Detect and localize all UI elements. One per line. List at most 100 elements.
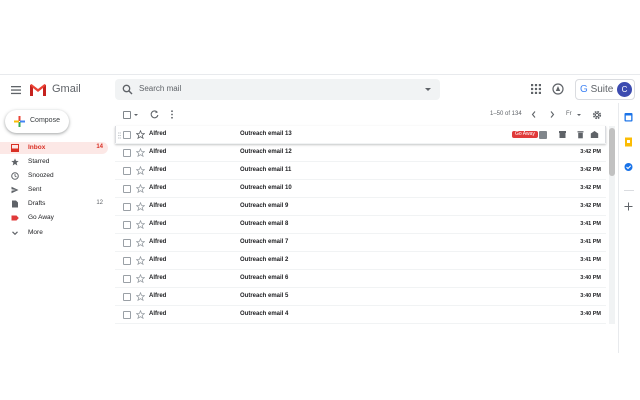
notifications-icon[interactable]: [552, 83, 564, 95]
table-row[interactable]: Alfred Outreach email 2 3:41 PM: [115, 252, 606, 270]
search-bar[interactable]: Search mail: [115, 79, 440, 100]
email-time: 3:41 PM: [580, 221, 601, 227]
email-subject: Outreach email 2: [240, 257, 289, 263]
email-time: 3:42 PM: [580, 203, 601, 209]
label-dropdown-icon[interactable]: [539, 131, 547, 139]
table-row[interactable]: Alfred Outreach email 12 3:42 PM: [115, 144, 606, 162]
email-time: 3:40 PM: [580, 275, 601, 281]
email-sender: Alfred: [149, 185, 167, 191]
clock-icon: [11, 172, 19, 180]
main-menu-icon[interactable]: [9, 83, 23, 97]
search-input[interactable]: Search mail: [139, 84, 181, 93]
sidebar-item-label: Starred: [28, 158, 50, 165]
search-options-caret-icon[interactable]: [425, 88, 431, 91]
star-icon[interactable]: [136, 238, 145, 247]
sidebar-item-drafts[interactable]: Drafts 12: [0, 198, 108, 210]
app-name[interactable]: Gmail: [52, 83, 81, 95]
email-time: 3:42 PM: [580, 185, 601, 191]
row-checkbox[interactable]: [123, 185, 131, 193]
table-row[interactable]: Alfred Outreach email 8 3:41 PM: [115, 216, 606, 234]
sidebar-item-snoozed[interactable]: Snoozed: [0, 170, 108, 182]
chevron-right-icon[interactable]: [548, 110, 556, 119]
table-row[interactable]: Alfred Outreach email 10 3:42 PM: [115, 180, 606, 198]
archive-icon[interactable]: [558, 130, 567, 139]
email-time: 3:41 PM: [580, 257, 601, 263]
sidebar-item-inbox[interactable]: Inbox 14: [0, 142, 108, 154]
table-row[interactable]: Alfred Outreach email 9 3:42 PM: [115, 198, 606, 216]
star-icon[interactable]: [136, 184, 145, 193]
row-checkbox[interactable]: [123, 131, 131, 139]
gear-icon[interactable]: [592, 110, 602, 120]
star-icon[interactable]: [136, 148, 145, 157]
email-sender: Alfred: [149, 257, 167, 263]
row-checkbox[interactable]: [123, 293, 131, 301]
scrollbar-thumb[interactable]: [609, 128, 615, 176]
sidebar-item-go-away[interactable]: Go Away: [0, 212, 108, 224]
row-checkbox[interactable]: [123, 275, 131, 283]
table-row[interactable]: Alfred Outreach email 4 3:40 PM: [115, 306, 606, 324]
drag-handle-icon[interactable]: [118, 132, 121, 139]
table-row[interactable]: Alfred Outreach email 13 Go Away: [115, 126, 606, 144]
sidebar-item-count: 14: [96, 144, 103, 150]
table-row[interactable]: Alfred Outreach email 5 3:40 PM: [115, 288, 606, 306]
table-row[interactable]: Alfred Outreach email 11 3:42 PM: [115, 162, 606, 180]
star-icon[interactable]: [136, 202, 145, 211]
side-panel-divider: [624, 190, 634, 191]
star-icon[interactable]: [136, 292, 145, 301]
sidebar-item-more[interactable]: More: [0, 227, 108, 239]
email-sender: Alfred: [149, 167, 167, 173]
email-list: Alfred Outreach email 13 Go Away Alfred …: [115, 126, 606, 324]
label-chip[interactable]: Go Away: [512, 131, 538, 138]
avatar[interactable]: C: [617, 82, 632, 97]
draft-icon: [11, 200, 19, 208]
tasks-icon[interactable]: [624, 162, 633, 172]
sidebar-item-starred[interactable]: Starred: [0, 156, 108, 168]
input-language-button[interactable]: Fr: [566, 111, 572, 117]
email-time: 3:40 PM: [580, 293, 601, 299]
star-icon[interactable]: [136, 220, 145, 229]
keep-icon[interactable]: [624, 137, 633, 147]
select-all-checkbox[interactable]: [123, 111, 131, 119]
sidebar-item-label: Inbox: [28, 144, 46, 151]
language-caret-icon[interactable]: [577, 114, 581, 116]
row-checkbox[interactable]: [123, 203, 131, 211]
sidebar-item-label: Snoozed: [28, 172, 54, 179]
row-checkbox[interactable]: [123, 257, 131, 265]
row-checkbox[interactable]: [123, 311, 131, 319]
more-options-icon[interactable]: [170, 110, 174, 119]
email-time: 3:42 PM: [580, 167, 601, 173]
email-time: 3:40 PM: [580, 311, 601, 317]
compose-button[interactable]: Compose: [5, 110, 69, 133]
gmail-logo-icon[interactable]: [29, 81, 47, 99]
email-time: 3:42 PM: [580, 149, 601, 155]
add-addon-icon[interactable]: [624, 202, 633, 211]
star-icon[interactable]: [136, 256, 145, 265]
table-row[interactable]: Alfred Outreach email 6 3:40 PM: [115, 270, 606, 288]
select-options-caret-icon[interactable]: [134, 114, 138, 116]
chevron-down-icon: [11, 229, 19, 237]
plus-icon: [13, 115, 26, 128]
row-checkbox[interactable]: [123, 149, 131, 157]
apps-grid-icon[interactable]: [531, 84, 541, 94]
gsuite-account-button[interactable]: G Suite C: [575, 79, 635, 100]
star-icon[interactable]: [136, 166, 145, 175]
row-checkbox[interactable]: [123, 221, 131, 229]
star-icon[interactable]: [136, 130, 145, 139]
email-subject: Outreach email 4: [240, 311, 289, 317]
row-checkbox[interactable]: [123, 239, 131, 247]
chevron-left-icon[interactable]: [530, 110, 538, 119]
label-icon: [11, 214, 19, 222]
email-subject: Outreach email 13: [240, 131, 292, 137]
star-icon[interactable]: [136, 310, 145, 319]
star-icon[interactable]: [136, 274, 145, 283]
sidebar-item-sent[interactable]: Sent: [0, 184, 108, 196]
refresh-icon[interactable]: [150, 110, 159, 119]
row-checkbox[interactable]: [123, 167, 131, 175]
table-row[interactable]: Alfred Outreach email 7 3:41 PM: [115, 234, 606, 252]
sidebar-item-label: Sent: [28, 186, 42, 193]
calendar-icon[interactable]: [624, 112, 633, 122]
email-subject: Outreach email 12: [240, 149, 292, 155]
search-icon[interactable]: [122, 84, 133, 95]
send-icon: [11, 186, 19, 194]
